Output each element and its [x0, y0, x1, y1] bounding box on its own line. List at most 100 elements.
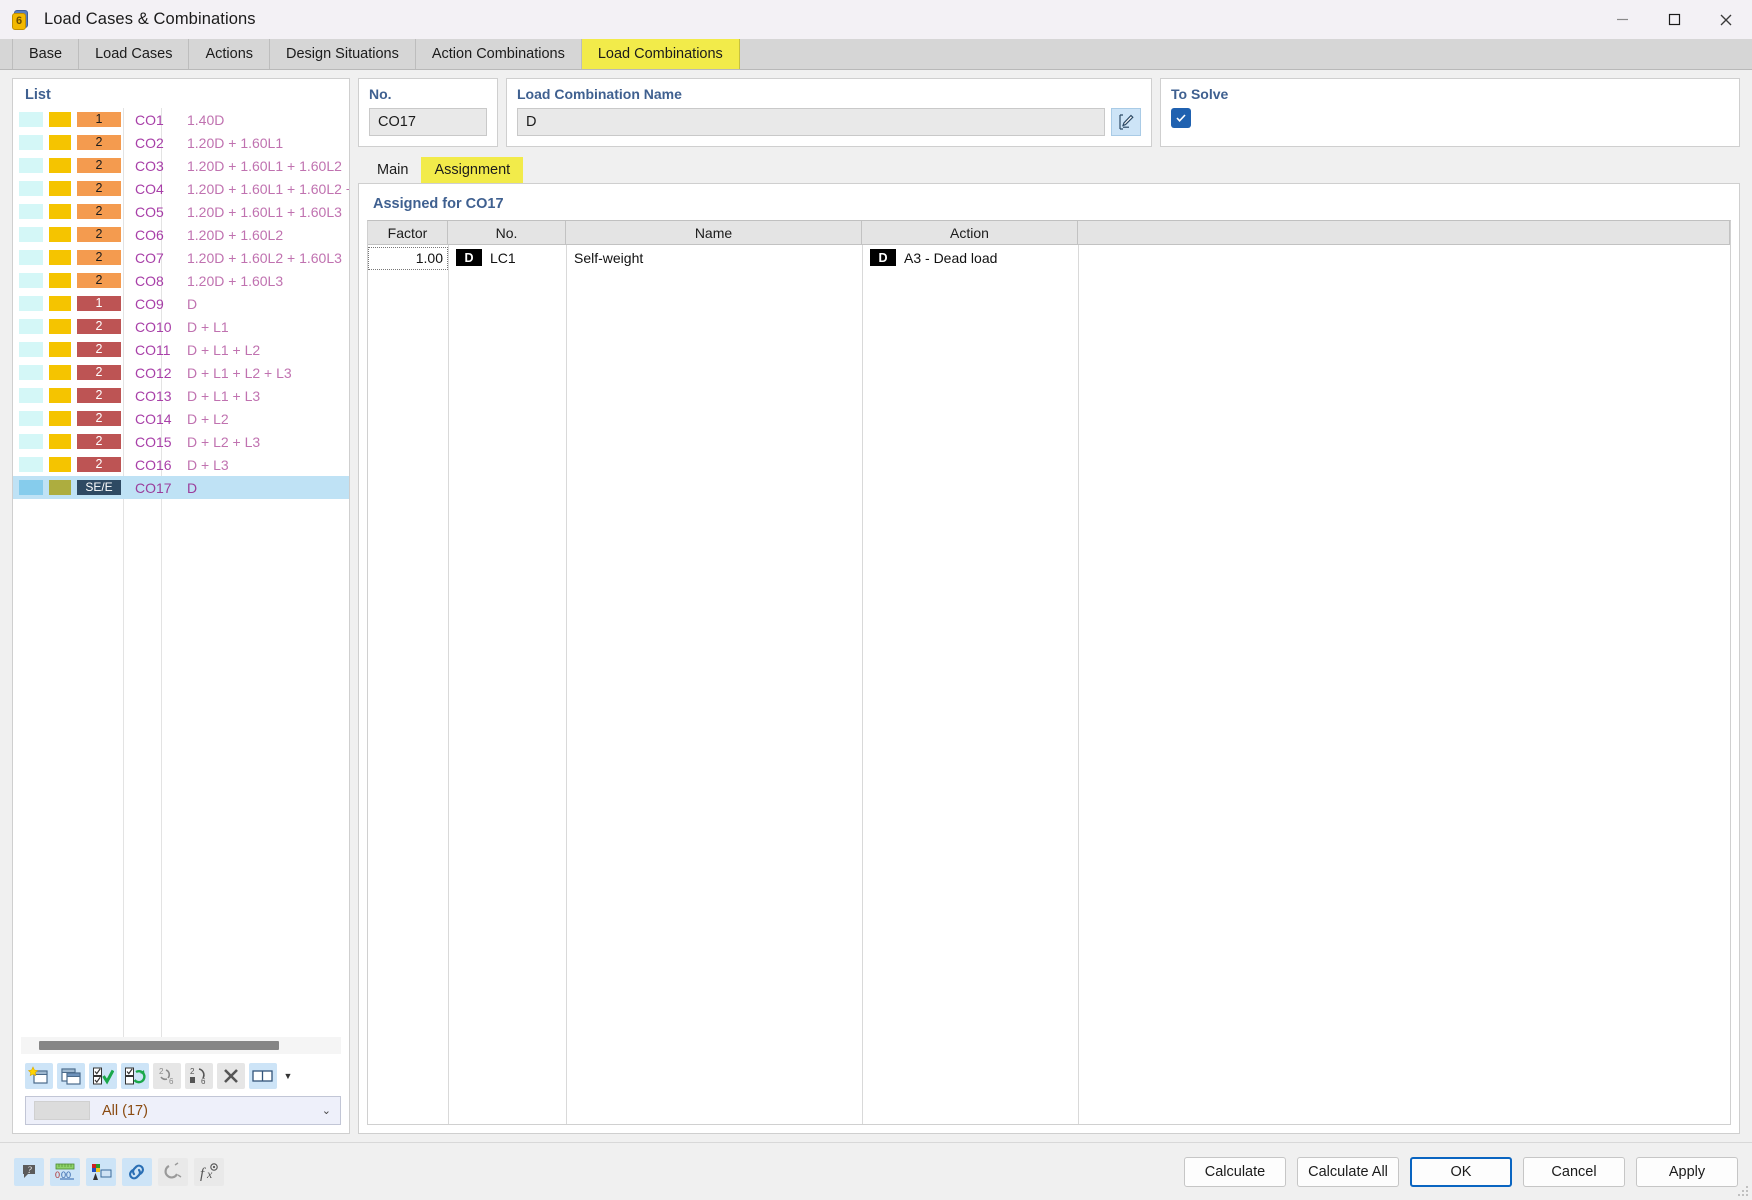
table-row[interactable]: 1.00 D LC1 Self-weight D A3 - Dead load: [368, 245, 1730, 270]
ok-button[interactable]: OK: [1410, 1156, 1512, 1187]
maximize-button[interactable]: [1648, 0, 1700, 39]
cell-empty[interactable]: [1078, 245, 1730, 270]
resize-grip[interactable]: [1737, 1185, 1749, 1197]
edit-pencil-icon[interactable]: [1111, 108, 1141, 136]
list-item[interactable]: 2 CO3 1.20D + 1.60L1 + 1.60L2: [13, 154, 349, 177]
delete-button[interactable]: [217, 1063, 245, 1089]
renumber-button[interactable]: 2 6: [153, 1063, 181, 1089]
tab-main[interactable]: Main: [364, 157, 422, 183]
row-design-situation-badge: 2: [77, 158, 121, 173]
calculate-all-button[interactable]: Calculate All: [1297, 1156, 1399, 1187]
link-icon[interactable]: [122, 1157, 152, 1186]
list-horizontal-scrollbar[interactable]: [21, 1037, 341, 1054]
svg-text:6: 6: [201, 1077, 206, 1086]
tab-actions[interactable]: Actions: [189, 38, 271, 69]
cell-no[interactable]: D LC1: [448, 245, 566, 270]
snap-icon[interactable]: [158, 1157, 188, 1186]
row-color-swatch-2: [49, 457, 71, 472]
cell-action[interactable]: D A3 - Dead load: [862, 245, 1078, 270]
tab-action-combinations[interactable]: Action Combinations: [415, 38, 582, 69]
select-all-button[interactable]: [89, 1063, 117, 1089]
row-number: CO11: [135, 341, 171, 358]
details-header-row: No. CO17 Load Combination Name D To Solv…: [358, 78, 1740, 147]
cancel-button[interactable]: Cancel: [1523, 1156, 1625, 1187]
calculate-button[interactable]: Calculate: [1184, 1156, 1286, 1187]
grid-body: 1.00 D LC1 Self-weight D A3 - Dead load: [368, 245, 1730, 1124]
list-item[interactable]: 2 CO4 1.20D + 1.60L1 + 1.60L2 + 1.60L3: [13, 177, 349, 200]
view-columns-dropdown-caret[interactable]: ▼: [281, 1063, 295, 1089]
list-item[interactable]: 2 CO2 1.20D + 1.60L1: [13, 131, 349, 154]
column-header-action[interactable]: Action: [862, 221, 1078, 244]
list-item[interactable]: 2 CO6 1.20D + 1.60L2: [13, 223, 349, 246]
chevron-down-icon[interactable]: ⌄: [322, 1104, 331, 1117]
row-expression: 1.20D + 1.60L1 + 1.60L3: [187, 203, 342, 220]
view-columns-button[interactable]: [249, 1063, 277, 1089]
column-header-empty[interactable]: [1078, 221, 1730, 244]
row-expression: 1.20D + 1.60L2 + 1.60L3: [187, 249, 342, 266]
list-item[interactable]: 2 CO12 D + L1 + L2 + L3: [13, 361, 349, 384]
to-solve-checkbox[interactable]: [1171, 108, 1191, 128]
name-input[interactable]: D: [517, 108, 1105, 136]
row-expression: D + L1 + L3: [187, 387, 261, 404]
tab-load-combinations[interactable]: Load Combinations: [581, 38, 740, 69]
grid-column-lines: [368, 245, 1730, 1124]
list-item[interactable]: 2 CO16 D + L3: [13, 453, 349, 476]
sort-button[interactable]: 2 6: [185, 1063, 213, 1089]
list-item[interactable]: 2 CO7 1.20D + 1.60L2 + 1.60L3: [13, 246, 349, 269]
column-header-name[interactable]: Name: [566, 221, 862, 244]
column-header-factor[interactable]: Factor: [368, 221, 448, 244]
help-info-icon[interactable]: ?: [14, 1157, 44, 1186]
formula-icon[interactable]: f x: [194, 1157, 224, 1186]
colors-icon[interactable]: [86, 1157, 116, 1186]
list-item[interactable]: 2 CO11 D + L1 + L2: [13, 338, 349, 361]
detail-tab-strip: Main Assignment: [358, 157, 1740, 183]
row-number: CO15: [135, 433, 172, 450]
list-item[interactable]: 2 CO13 D + L1 + L3: [13, 384, 349, 407]
cell-factor[interactable]: 1.00: [368, 246, 448, 270]
tab-design-situations[interactable]: Design Situations: [270, 38, 416, 69]
minimize-button[interactable]: [1596, 0, 1648, 39]
list-item[interactable]: 2 CO8 1.20D + 1.60L3: [13, 269, 349, 292]
row-color-swatch-1: [19, 135, 43, 150]
list-item[interactable]: 1 CO9 D: [13, 292, 349, 315]
column-header-no[interactable]: No.: [448, 221, 566, 244]
no-input[interactable]: CO17: [369, 108, 487, 136]
row-number: CO9: [135, 295, 164, 312]
row-number: CO1: [135, 111, 164, 128]
row-number: CO14: [135, 410, 172, 427]
scrollbar-thumb[interactable]: [39, 1041, 279, 1050]
apply-button[interactable]: Apply: [1636, 1156, 1738, 1187]
new-item-button[interactable]: [25, 1063, 53, 1089]
assignment-panel: Assigned for CO17 Factor No. Name Action: [358, 183, 1740, 1134]
cell-name[interactable]: Self-weight: [566, 245, 862, 270]
close-button[interactable]: [1700, 0, 1752, 39]
tab-load-cases[interactable]: Load Cases: [79, 38, 190, 69]
list-panel: List 1 CO1 1.40D 2 CO2 1.20D + 1.60L1 2 CO3 1.20…: [12, 78, 350, 1134]
list-item[interactable]: 2 CO5 1.20D + 1.60L1 + 1.60L3: [13, 200, 349, 223]
row-number: CO8: [135, 272, 164, 289]
row-number: CO16: [135, 456, 172, 473]
list-filter-combo[interactable]: All (17) ⌄: [25, 1096, 341, 1125]
tab-base[interactable]: Base: [12, 38, 80, 69]
assignment-grid[interactable]: Factor No. Name Action 1.00 D LC1 Self-w…: [367, 220, 1731, 1125]
filter-label: All (17): [102, 1102, 148, 1119]
row-color-swatch-2: [49, 112, 71, 127]
list-header: List: [25, 87, 51, 103]
decimal-places-icon[interactable]: 0 00: [50, 1157, 80, 1186]
row-design-situation-badge: 2: [77, 411, 121, 426]
tab-assignment[interactable]: Assignment: [421, 157, 524, 183]
row-design-situation-badge: 2: [77, 227, 121, 242]
row-number: CO3: [135, 157, 164, 174]
list-item[interactable]: 2 CO10 D + L1: [13, 315, 349, 338]
list-item[interactable]: SE/E CO17 D: [13, 476, 349, 499]
combination-list[interactable]: 1 CO1 1.40D 2 CO2 1.20D + 1.60L1 2 CO3 1.20D + 1…: [13, 108, 349, 1037]
no-label: No.: [369, 86, 392, 102]
list-item[interactable]: 2 CO14 D + L2: [13, 407, 349, 430]
row-color-swatch-1: [19, 204, 43, 219]
no-field-group: No. CO17: [358, 78, 498, 147]
list-item[interactable]: 2 CO15 D + L2 + L3: [13, 430, 349, 453]
copy-item-button[interactable]: [57, 1063, 85, 1089]
invert-selection-button[interactable]: [121, 1063, 149, 1089]
row-color-swatch-2: [49, 388, 71, 403]
list-item[interactable]: 1 CO1 1.40D: [13, 108, 349, 131]
